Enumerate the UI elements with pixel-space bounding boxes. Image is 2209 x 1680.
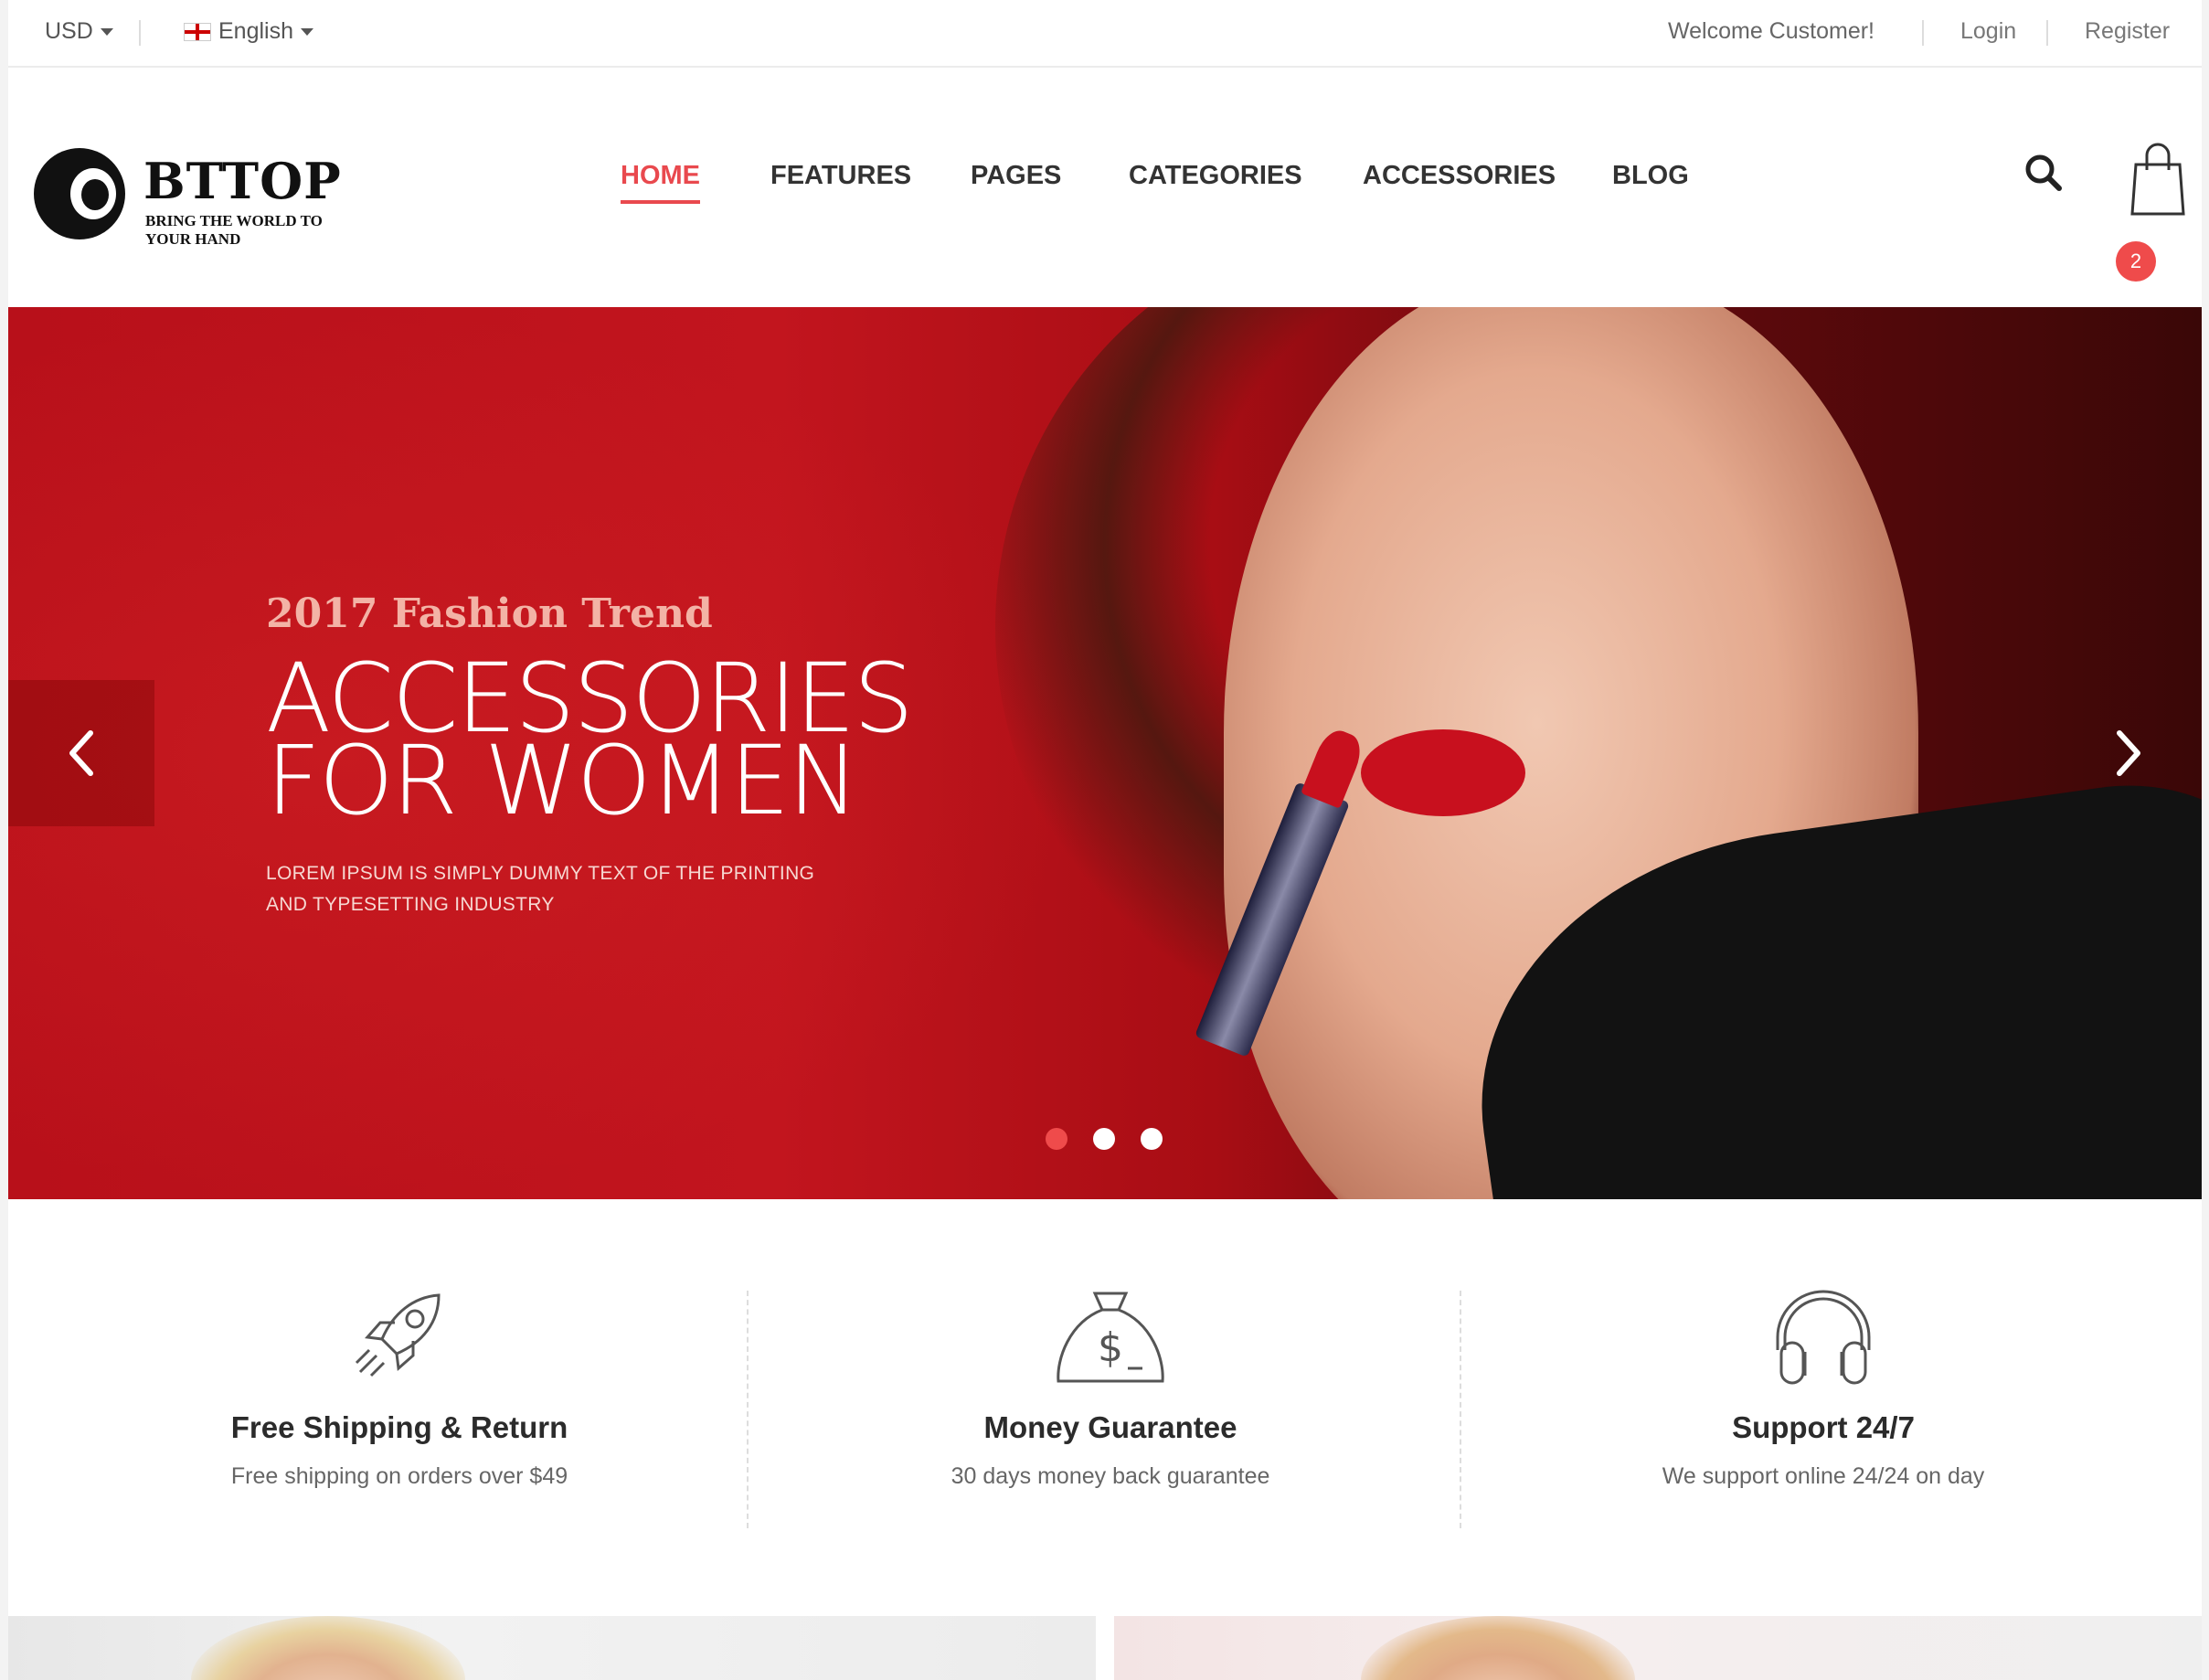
logo-tagline: BRING THE WORLD TO YOUR HAND	[145, 212, 323, 248]
feature-desc: We support online 24/24 on day	[1662, 1463, 1985, 1489]
nav-categories[interactable]: CATEGORIES	[1129, 161, 1302, 200]
headphones-icon	[1776, 1290, 1871, 1385]
svg-text:$: $	[1098, 1324, 1123, 1371]
feature-title: Support 24/7	[1732, 1410, 1915, 1444]
hero-subtitle: LOREM IPSUM IS SIMPLY DUMMY TEXT OF THE …	[266, 858, 833, 920]
language-label: English	[218, 18, 293, 44]
hero-eyebrow: 2017 Fashion Trend	[266, 590, 713, 637]
slider-next-button[interactable]	[2055, 680, 2202, 826]
site-header: BTTOP BRING THE WORLD TO YOUR HAND HOME …	[8, 69, 2202, 307]
search-icon[interactable]	[2023, 152, 2065, 194]
promo-banner-1[interactable]	[8, 1616, 1096, 1680]
banner-image	[191, 1616, 465, 1680]
welcome-text: Welcome Customer!	[1668, 18, 1874, 44]
chevron-down-icon	[100, 27, 113, 36]
feature-desc: 30 days money back guarantee	[951, 1463, 1270, 1489]
cart-button[interactable]: 2	[2116, 133, 2189, 282]
slider-dots	[1046, 1128, 1163, 1150]
promo-banner-2[interactable]	[1114, 1616, 2202, 1680]
divider	[1460, 1291, 1461, 1528]
chevron-down-icon	[301, 27, 313, 36]
page: USD English Welcome Customer! Login Regi…	[8, 0, 2202, 1680]
cart-count-badge: 2	[2116, 241, 2156, 282]
feature-title: Money Guarantee	[983, 1410, 1237, 1444]
hero-slider: 2017 Fashion Trend ACCESSORIES FOR WOMEN…	[8, 307, 2202, 1199]
divider	[747, 1291, 749, 1528]
divider	[1922, 20, 1924, 46]
feature-title: Free Shipping & Return	[230, 1410, 568, 1444]
logo[interactable]: BTTOP BRING THE WORLD TO YOUR HAND	[34, 146, 345, 248]
chevron-right-icon	[2117, 730, 2140, 776]
uk-flag-icon	[184, 22, 211, 41]
currency-label: USD	[45, 18, 93, 44]
slider-prev-button[interactable]	[8, 680, 154, 826]
slider-dot-2[interactable]	[1093, 1128, 1115, 1150]
chevron-left-icon	[69, 730, 93, 776]
slider-dot-1[interactable]	[1046, 1128, 1067, 1150]
money-bag-icon: $	[1057, 1292, 1164, 1383]
top-bar: USD English Welcome Customer! Login Regi…	[8, 0, 2202, 68]
nav-features[interactable]: FEATURES	[770, 161, 911, 200]
register-link[interactable]: Register	[2085, 18, 2170, 45]
feature-support: Support 24/7 We support online 24/24 on …	[1467, 1286, 2180, 1490]
currency-selector[interactable]: USD	[45, 18, 113, 45]
hero-image-lips	[1361, 729, 1525, 816]
hero-subtitle-line2: AND TYPESETTING INDUSTRY	[266, 894, 555, 915]
feature-desc: Free shipping on orders over $49	[230, 1463, 568, 1489]
login-link[interactable]: Login	[1960, 18, 2016, 45]
slider-dot-3[interactable]	[1141, 1128, 1163, 1150]
logo-mark-icon	[34, 148, 125, 239]
divider	[2046, 20, 2048, 46]
feature-shipping: Free Shipping & Return Free shipping on …	[43, 1286, 756, 1490]
hero-title-line2: FOR WOMEN	[266, 725, 859, 836]
banner-image	[1361, 1616, 1635, 1680]
features-section: Free Shipping & Return Free shipping on …	[8, 1199, 2202, 1615]
nav-accessories[interactable]: ACCESSORIES	[1363, 161, 1556, 200]
logo-title: BTTOP	[143, 152, 342, 210]
feature-money-guarantee: $ Money Guarantee 30 days money back gua…	[754, 1286, 1467, 1490]
nav-home[interactable]: HOME	[621, 161, 700, 204]
hero-caption: 2017 Fashion Trend ACCESSORIES FOR WOMEN…	[266, 590, 914, 920]
divider	[139, 20, 141, 46]
hero-title: ACCESSORIES FOR WOMEN	[266, 651, 914, 836]
hero-subtitle-line1: LOREM IPSUM IS SIMPLY DUMMY TEXT OF THE …	[266, 863, 815, 884]
nav-pages[interactable]: PAGES	[971, 161, 1061, 200]
nav-blog[interactable]: BLOG	[1612, 161, 1689, 200]
shopping-bag-icon	[2130, 143, 2185, 216]
language-selector[interactable]: English	[184, 18, 313, 45]
rocket-icon	[355, 1293, 441, 1377]
